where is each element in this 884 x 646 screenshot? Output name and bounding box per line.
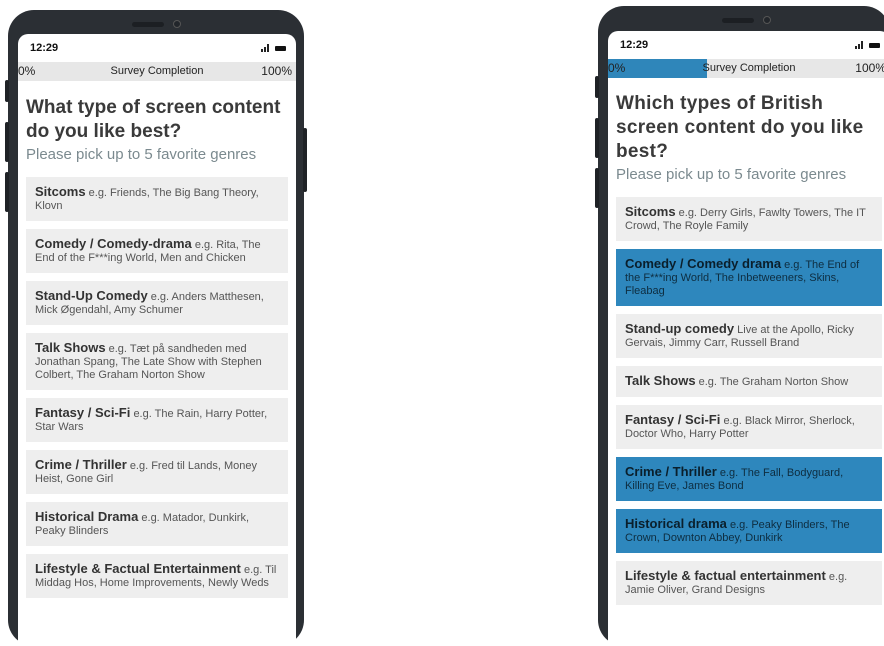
genre-option-label: Fantasy / Sci-Fi [625,412,721,427]
genre-option[interactable]: Talk Shows e.g. The Graham Norton Show [616,366,882,397]
volume-up-button [595,118,599,158]
genre-options-list: Sitcoms e.g. Friends, The Big Bang Theor… [26,177,288,598]
genre-option[interactable]: Fantasy / Sci-Fi e.g. The Rain, Harry Po… [26,398,288,442]
screen-right: 12:29 0% Survey Completion 100% Which ty… [608,31,884,646]
genre-option[interactable]: Lifestyle & factual entertainment e.g. J… [616,561,882,605]
genre-option-label: Talk Shows [625,373,696,388]
genre-option[interactable]: Fantasy / Sci-Fi e.g. Black Mirror, Sher… [616,405,882,449]
genre-option-label: Stand-up comedy [625,321,735,336]
system-icons [855,41,880,49]
volume-down-button [5,172,9,212]
genre-option[interactable]: Historical drama e.g. Peaky Blinders, Th… [616,509,882,553]
genre-option[interactable]: Crime / Thriller e.g. Fred til Lands, Mo… [26,450,288,494]
mute-switch [5,80,9,102]
system-icons [261,44,286,52]
question-hint: Please pick up to 5 favorite genres [26,146,257,163]
progress-title: Survey Completion [702,62,796,74]
genre-option-label: Sitcoms [35,184,86,199]
genre-option-label: Comedy / Comedy-drama [35,236,192,251]
progress-title: Survey Completion [110,65,204,77]
progress-end-label: 100% [855,61,884,75]
genre-option-label: Lifestyle & factual entertainment [625,568,826,583]
volume-down-button [595,168,599,208]
genre-option[interactable]: Stand-up comedy Live at the Apollo, Rick… [616,314,882,358]
genre-option-label: Talk Shows [35,340,106,355]
status-bar: 12:29 [18,34,296,62]
genre-option[interactable]: Stand-Up Comedy e.g. Anders Matthesen, M… [26,281,288,325]
clock: 12:29 [30,42,59,54]
screen-left: 12:29 0% Survey Completion 100% What typ… [18,34,296,646]
genre-option-examples: e.g. The Graham Norton Show [698,376,849,388]
front-camera [763,16,771,24]
genre-option[interactable]: Sitcoms e.g. Friends, The Big Bang Theor… [26,177,288,221]
battery-icon [869,42,880,48]
progress-end-label: 100% [261,64,292,78]
genre-option-label: Fantasy / Sci-Fi [35,405,131,420]
genre-option[interactable]: Historical Drama e.g. Matador, Dunkirk, … [26,502,288,546]
front-camera [173,20,181,28]
question-title: What type of screen content do you like … [26,97,281,142]
clock: 12:29 [620,39,649,51]
signal-icon [261,44,269,52]
question-hint: Please pick up to 5 favorite genres [616,166,847,183]
survey-progress-bar: 0% Survey Completion 100% [608,59,884,78]
genre-option-label: Historical Drama [35,509,139,524]
speaker-grille [722,18,754,23]
genre-option-label: Crime / Thriller [625,464,717,479]
genre-option-label: Historical drama [625,516,727,531]
signal-icon [855,41,863,49]
genre-option-label: Lifestyle & Factual Entertainment [35,561,241,576]
genre-option-label: Sitcoms [625,204,676,219]
genre-option-label: Crime / Thriller [35,457,127,472]
question-title: Which types of British screen content do… [616,93,864,162]
genre-option[interactable]: Sitcoms e.g. Derry Girls, Fawlty Towers,… [616,197,882,241]
battery-icon [275,45,286,51]
genre-option[interactable]: Crime / Thriller e.g. The Fall, Bodyguar… [616,457,882,501]
genre-option[interactable]: Comedy / Comedy drama e.g. The End of th… [616,249,882,306]
mute-switch [595,76,599,98]
genre-option[interactable]: Talk Shows e.g. Tæt på sandheden med Jon… [26,333,288,390]
genre-option[interactable]: Lifestyle & Factual Entertainment e.g. T… [26,554,288,598]
genre-option[interactable]: Comedy / Comedy-drama e.g. Rita, The End… [26,229,288,273]
volume-up-button [5,122,9,162]
phone-left: 12:29 0% Survey Completion 100% What typ… [5,10,307,646]
speaker-grille [132,22,164,27]
genre-options-list: Sitcoms e.g. Derry Girls, Fawlty Towers,… [616,197,882,605]
phone-right: 12:29 0% Survey Completion 100% Which ty… [595,6,884,646]
genre-option-label: Stand-Up Comedy [35,288,148,303]
status-bar: 12:29 [608,31,884,59]
survey-progress-bar: 0% Survey Completion 100% [18,62,296,81]
power-button [303,128,307,192]
genre-option-label: Comedy / Comedy drama [625,256,782,271]
